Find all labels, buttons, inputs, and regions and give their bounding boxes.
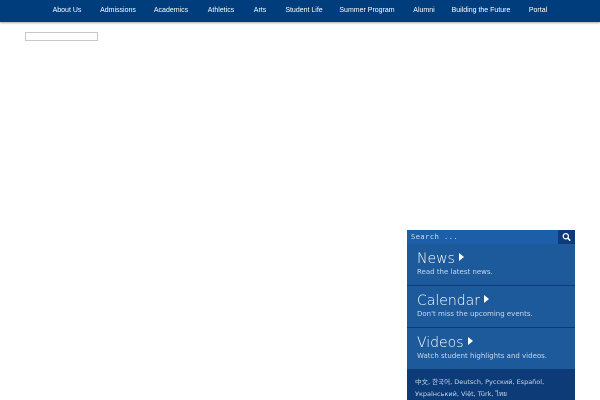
nav-athletics[interactable]: Athletics bbox=[208, 0, 234, 22]
nav-arts[interactable]: Arts bbox=[254, 0, 266, 22]
nav-alumni[interactable]: Alumni bbox=[413, 0, 434, 22]
sidebar-panel: News Read the latest news. Calendar Don'… bbox=[407, 230, 575, 400]
calendar-tile[interactable]: Calendar Don't miss the upcoming events. bbox=[407, 286, 575, 327]
caret-right-icon bbox=[483, 295, 489, 303]
calendar-subtitle: Don't miss the upcoming events. bbox=[417, 310, 533, 318]
lang-chinese[interactable]: 中文 bbox=[415, 378, 428, 386]
videos-title: Videos bbox=[417, 336, 473, 350]
calendar-title: Calendar bbox=[417, 294, 489, 308]
lang-thai[interactable]: ไทย bbox=[496, 390, 507, 398]
lang-german[interactable]: Deutsch bbox=[454, 378, 481, 386]
nav-student-life[interactable]: Student Life bbox=[285, 0, 322, 22]
caret-right-icon bbox=[458, 253, 464, 261]
top-navigation: About Us Admissions Academics Athletics … bbox=[0, 0, 600, 22]
news-subtitle: Read the latest news. bbox=[417, 268, 493, 276]
nav-admissions[interactable]: Admissions bbox=[100, 0, 136, 22]
search-input[interactable] bbox=[411, 230, 551, 244]
nav-about-us[interactable]: About Us bbox=[53, 0, 82, 22]
lang-spanish[interactable]: Español bbox=[517, 378, 543, 386]
lang-russian[interactable]: Русский bbox=[485, 378, 512, 386]
lang-ukrainian[interactable]: Український bbox=[415, 390, 457, 398]
lang-turkish[interactable]: Türk bbox=[478, 390, 492, 398]
videos-tile[interactable]: Videos Watch student highlights and vide… bbox=[407, 328, 575, 369]
nav-building-the-future[interactable]: Building the Future bbox=[452, 0, 511, 22]
nav-portal[interactable]: Portal bbox=[529, 0, 547, 22]
sidebar-search bbox=[407, 230, 575, 244]
nav-summer-program[interactable]: Summer Program bbox=[339, 0, 394, 22]
lang-vietnamese[interactable]: Việt bbox=[461, 390, 474, 398]
news-title: News bbox=[417, 252, 464, 266]
videos-subtitle: Watch student highlights and videos. bbox=[417, 352, 548, 360]
nav-academics[interactable]: Academics bbox=[154, 0, 188, 22]
search-icon bbox=[562, 232, 571, 241]
language-links: 中文, 한국어, Deutsch, Русский, Español, Укра… bbox=[415, 378, 545, 398]
caret-right-icon bbox=[467, 337, 473, 345]
lang-korean[interactable]: 한국어 bbox=[432, 378, 450, 386]
empty-input-box[interactable] bbox=[25, 32, 98, 41]
search-button[interactable] bbox=[558, 230, 575, 244]
news-tile[interactable]: News Read the latest news. bbox=[407, 244, 575, 285]
